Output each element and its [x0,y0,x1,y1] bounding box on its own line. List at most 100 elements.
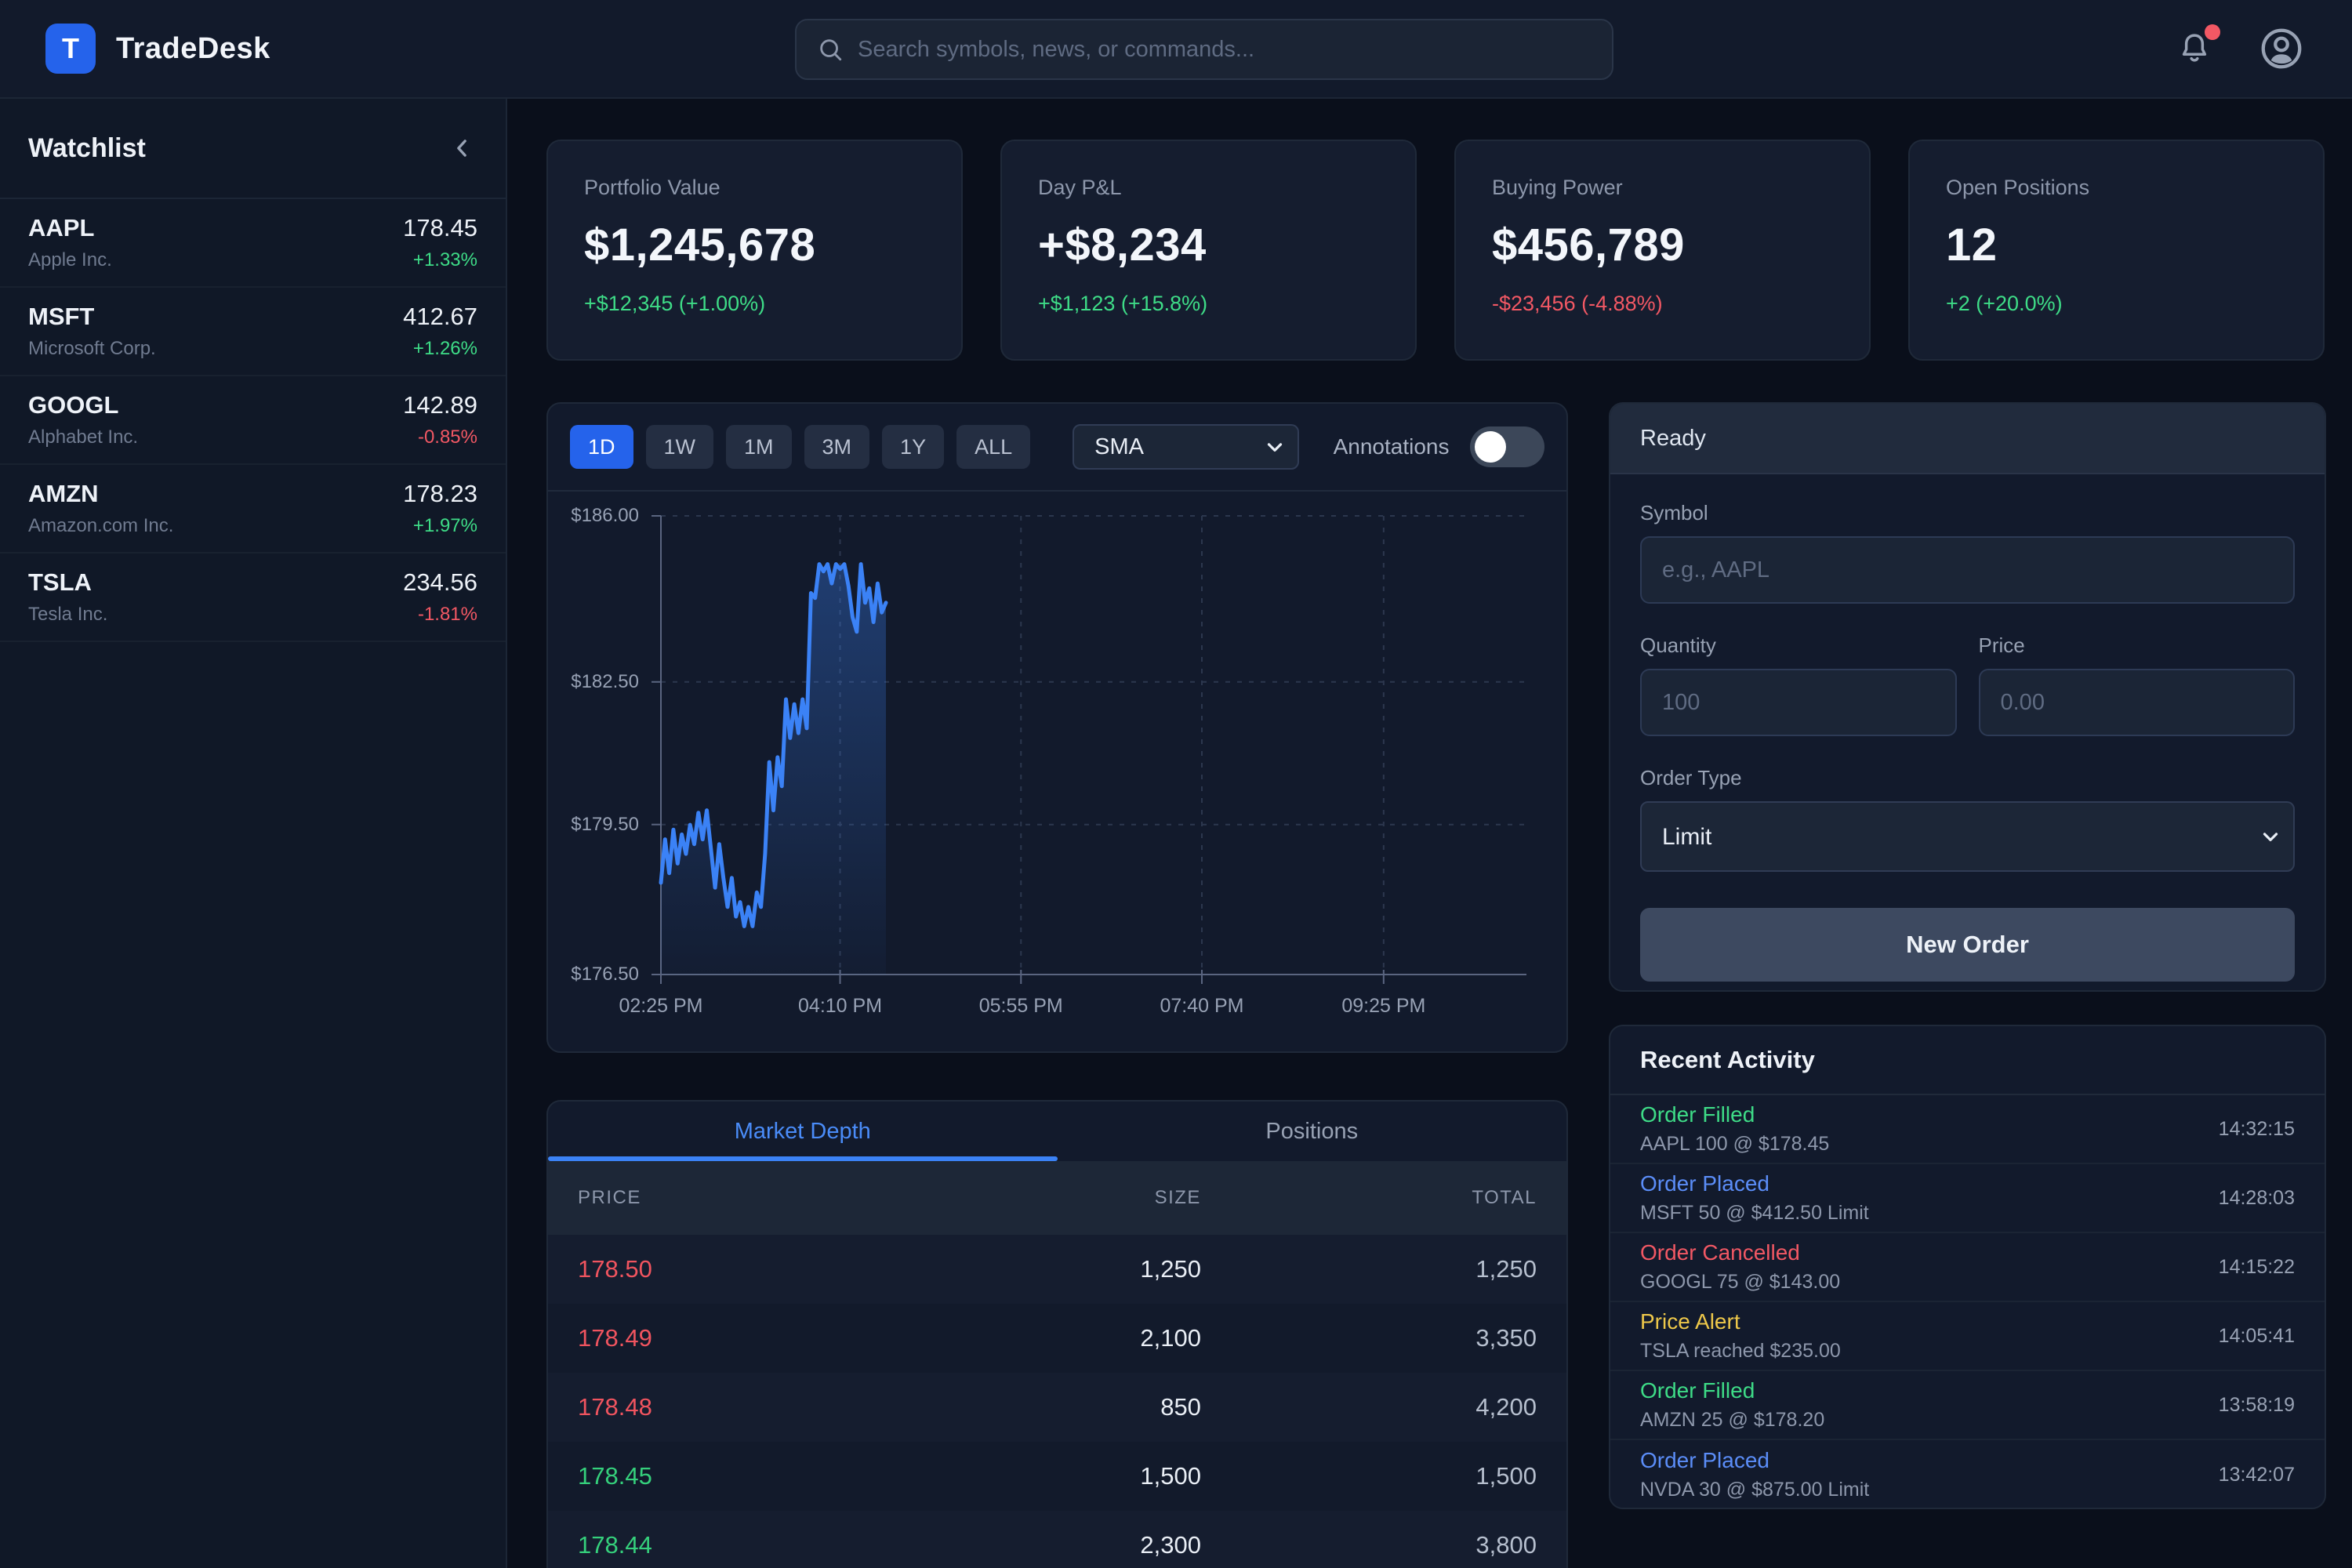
avatar-button[interactable] [2258,25,2305,72]
recent-activity-panel: Recent Activity Order Filled AAPL 100 @ … [1609,1025,2326,1509]
activity-item: Order Filled AMZN 25 @ $178.20 13:58:19 [1610,1371,2325,1440]
watchlist-price: 142.89 [403,391,477,419]
depth-size: 850 [898,1393,1201,1421]
activity-detail: NVDA 30 @ $875.00 Limit [1640,1479,1869,1501]
watchlist-change: +1.97% [403,515,477,537]
watchlist-sidebar: Watchlist AAPL Apple Inc. 178.45 +1.33% … [0,99,507,1568]
quantity-input[interactable] [1640,669,1957,736]
activity-event: Order Filled [1640,1378,1824,1403]
depth-size: 2,300 [898,1531,1201,1559]
y-tick-label: $176.50 [571,964,639,985]
activity-detail: TSLA reached $235.00 [1640,1340,1841,1363]
order-status-header: Ready [1610,404,2325,474]
watchlist-item-tsla[interactable]: TSLA Tesla Inc. 234.56 -1.81% [0,554,506,642]
chevron-left-icon [446,132,477,164]
price-chart-panel: 1D 1W 1M 3M 1Y ALL SMA Annotations $186.… [546,402,1568,1053]
sidebar-collapse-button[interactable] [446,132,477,164]
timeframe-button-all[interactable]: ALL [956,425,1030,469]
price-input[interactable] [1979,669,2296,736]
activity-event: Order Placed [1640,1448,1869,1473]
y-tick-label: $186.00 [571,505,639,527]
symbol-input[interactable] [1640,536,2295,604]
timeframe-button-1y[interactable]: 1Y [882,425,944,469]
timeframe-button-1d[interactable]: 1D [570,425,633,469]
activity-time: 13:42:07 [2219,1464,2295,1486]
stat-value: $456,789 [1492,219,1833,271]
column-header-price: PRICE [578,1187,898,1209]
watchlist-item-msft[interactable]: MSFT Microsoft Corp. 412.67 +1.26% [0,288,506,376]
depth-total: 3,350 [1201,1324,1537,1352]
watchlist-change: -0.85% [403,426,477,448]
order-type-select[interactable]: Limit [1640,801,2295,872]
watchlist-header: Watchlist [0,99,506,199]
watchlist-symbol: MSFT [28,303,156,331]
depth-table-header: PRICE SIZE TOTAL [548,1161,1566,1235]
new-order-button[interactable]: New Order [1640,908,2295,982]
stat-label: Day P&L [1038,176,1379,200]
stat-card-day-pnl: Day P&L +$8,234 +$1,123 (+15.8%) [1000,140,1417,361]
x-tick-label: 02:25 PM [619,995,702,1018]
column-header-total: TOTAL [1201,1187,1537,1209]
activity-detail: AMZN 25 @ $178.20 [1640,1409,1824,1432]
watchlist-item-amzn[interactable]: AMZN Amazon.com Inc. 178.23 +1.97% [0,465,506,554]
search-bar[interactable] [795,19,1613,80]
depth-row[interactable]: 178.48 850 4,200 [548,1373,1566,1442]
stat-change: +$1,123 (+15.8%) [1038,292,1379,316]
timeframe-button-3m[interactable]: 3M [804,425,870,469]
tab-positions[interactable]: Positions [1058,1102,1567,1161]
price-label: Price [1979,633,2296,658]
indicator-select[interactable]: SMA [1073,424,1298,470]
depth-row[interactable]: 178.50 1,250 1,250 [548,1235,1566,1304]
depth-row[interactable]: 178.44 2,300 3,800 [548,1511,1566,1568]
watchlist-change: -1.81% [403,604,477,626]
activity-time: 14:05:41 [2219,1325,2295,1348]
stat-label: Buying Power [1492,176,1833,200]
app-logo-letter: T [62,32,79,65]
notifications-button[interactable] [2176,31,2212,67]
market-depth-panel: Market Depth Positions PRICE SIZE TOTAL … [546,1100,1568,1568]
activity-item: Price Alert TSLA reached $235.00 14:05:4… [1610,1302,2325,1371]
depth-tab-bar: Market Depth Positions [548,1102,1566,1161]
watchlist-change: +1.33% [403,249,477,271]
depth-price: 178.48 [578,1393,898,1421]
y-tick-label: $179.50 [571,814,639,836]
depth-total: 4,200 [1201,1393,1537,1421]
watchlist-item-aapl[interactable]: AAPL Apple Inc. 178.45 +1.33% [0,199,506,288]
app-name: TradeDesk [116,32,270,66]
stat-label: Open Positions [1946,176,2287,200]
annotations-label: Annotations [1334,434,1450,459]
activity-detail: GOOGL 75 @ $143.00 [1640,1271,1840,1294]
activity-event: Order Filled [1640,1102,1829,1127]
app-logo: T [45,24,96,74]
search-input[interactable] [858,37,1592,63]
watchlist-company: Amazon.com Inc. [28,515,173,537]
tab-market-depth[interactable]: Market Depth [548,1102,1058,1161]
activity-time: 14:28:03 [2219,1187,2295,1210]
depth-row[interactable]: 178.45 1,500 1,500 [548,1442,1566,1511]
watchlist-symbol: AMZN [28,480,173,508]
activity-event: Order Cancelled [1640,1240,1840,1265]
stat-value: $1,245,678 [584,219,925,271]
annotations-toggle[interactable] [1470,426,1545,467]
watchlist-item-googl[interactable]: GOOGL Alphabet Inc. 142.89 -0.85% [0,376,506,465]
depth-size: 1,500 [898,1462,1201,1490]
activity-item: Order Filled AAPL 100 @ $178.45 14:32:15 [1610,1095,2325,1164]
watchlist-company: Microsoft Corp. [28,338,156,360]
price-chart-svg [661,516,1526,975]
order-type-label: Order Type [1640,766,2295,790]
depth-size: 2,100 [898,1324,1201,1352]
depth-total: 1,250 [1201,1255,1537,1283]
depth-row[interactable]: 178.49 2,100 3,350 [548,1304,1566,1373]
watchlist-price: 178.23 [403,480,477,508]
activity-time: 13:58:19 [2219,1394,2295,1417]
indicator-select-wrap: SMA [1073,424,1298,470]
depth-size: 1,250 [898,1255,1201,1283]
activity-event: Order Placed [1640,1171,1869,1196]
activity-detail: AAPL 100 @ $178.45 [1640,1133,1829,1156]
watchlist-symbol: AAPL [28,214,112,242]
timeframe-button-1w[interactable]: 1W [646,425,714,469]
price-line-chart[interactable] [661,516,1526,975]
timeframe-button-1m[interactable]: 1M [726,425,792,469]
stat-cards-row: Portfolio Value $1,245,678 +$12,345 (+1.… [546,140,2325,361]
stat-change: +2 (+20.0%) [1946,292,2287,316]
